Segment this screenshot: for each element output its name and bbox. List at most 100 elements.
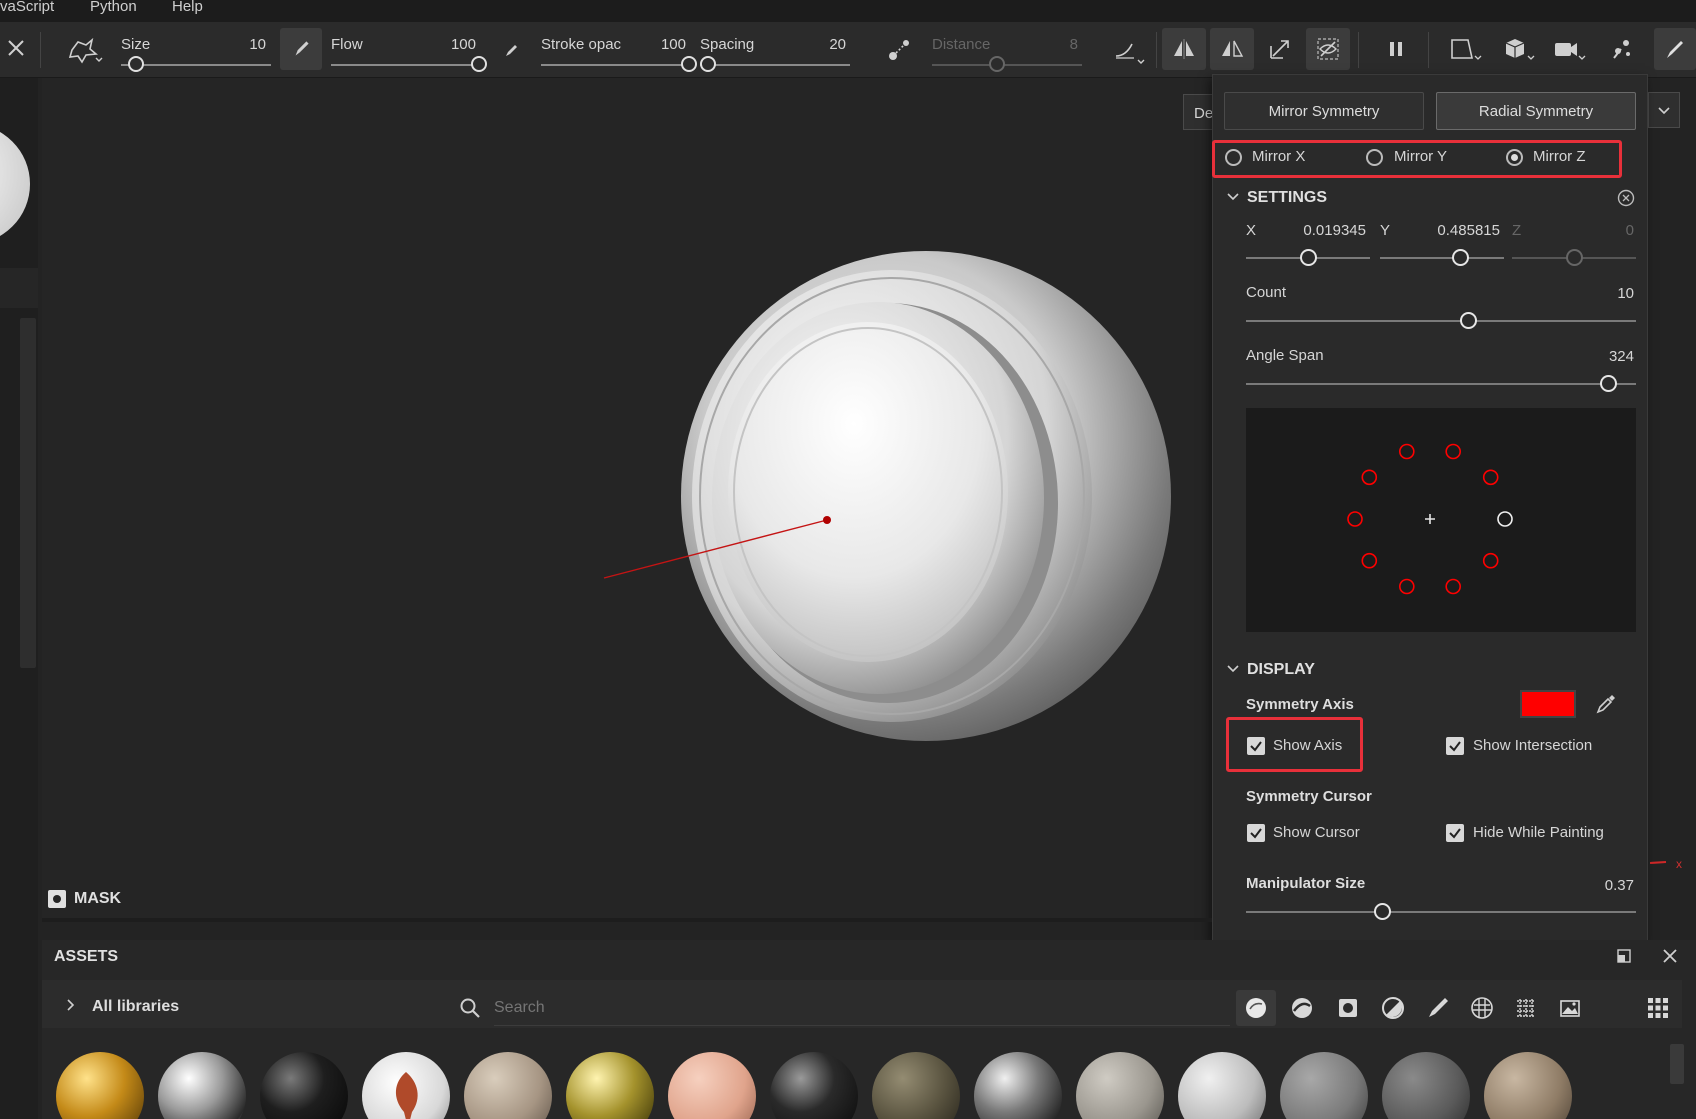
show-intersection-label[interactable]: Show Intersection	[1473, 737, 1592, 754]
show-intersection-checkbox[interactable]	[1446, 737, 1464, 755]
size-pressure-button[interactable]	[280, 28, 322, 70]
camera-icon[interactable]	[1544, 28, 1594, 70]
settings-collapse-icon[interactable]	[1226, 190, 1240, 204]
paint-mode-2d-icon[interactable]	[1440, 28, 1490, 70]
radial-symmetry-tab[interactable]: Radial Symmetry	[1436, 92, 1636, 130]
all-libraries-label[interactable]: All libraries	[92, 998, 179, 1016]
angle-span-slider[interactable]	[1246, 383, 1636, 385]
spacing-label: Spacing	[700, 36, 755, 53]
mirror-y-label[interactable]: Mirror Y	[1394, 148, 1447, 165]
pause-icon[interactable]	[1374, 28, 1418, 70]
chevron-down-icon[interactable]	[1648, 92, 1680, 128]
transform-icon[interactable]	[1258, 28, 1302, 70]
symmetry-instance-marker	[1445, 578, 1461, 595]
stroke-opacity-label: Stroke opac	[541, 36, 622, 53]
brush-alpha-icon[interactable]	[66, 34, 106, 66]
mirror-z-label[interactable]: Mirror Z	[1533, 148, 1586, 165]
count-slider[interactable]	[1246, 320, 1636, 322]
y-value[interactable]: 0.485815	[1430, 222, 1500, 239]
menu-bar: vaScript Python Help	[0, 0, 1696, 22]
eyedropper-icon[interactable]	[1594, 692, 1618, 716]
smart-material-filter-icon[interactable]	[1282, 990, 1322, 1026]
texture-filter-icon[interactable]	[1462, 990, 1502, 1026]
hide-symmetry-icon[interactable]	[1306, 28, 1350, 70]
mirror-symmetry-icon[interactable]	[1162, 28, 1206, 70]
mirror-x-label[interactable]: Mirror X	[1252, 148, 1305, 165]
close-assets-icon[interactable]	[1660, 946, 1680, 966]
smart-mask-filter-icon[interactable]	[1328, 990, 1368, 1026]
display-heading[interactable]: DISPLAY	[1247, 661, 1315, 679]
mirror-y-radio[interactable]	[1366, 149, 1383, 166]
symmetry-instance-marker	[1482, 552, 1499, 569]
display-collapse-icon[interactable]	[1226, 662, 1240, 676]
manipulator-size-slider[interactable]	[1246, 911, 1636, 913]
hide-while-painting-checkbox[interactable]	[1446, 824, 1464, 842]
mirror-z-radio[interactable]	[1506, 149, 1523, 166]
flow-slider[interactable]	[331, 64, 479, 66]
size-value[interactable]: 10	[230, 36, 266, 53]
material-filter-icon[interactable]	[1236, 990, 1276, 1026]
size-slider-handle[interactable]	[128, 56, 144, 72]
3d-viewport[interactable]: MASK	[42, 78, 1212, 918]
distance-value: 8	[1069, 36, 1078, 53]
count-value[interactable]: 10	[1580, 285, 1634, 302]
lazy-mouse-icon[interactable]	[886, 36, 912, 64]
x-value[interactable]: 0.019345	[1296, 222, 1366, 239]
mask-label[interactable]: MASK	[74, 890, 121, 908]
asset-thumbnail-leaf-decal[interactable]	[362, 1052, 450, 1119]
size-label: Size	[121, 36, 151, 53]
show-axis-checkbox[interactable]	[1247, 737, 1265, 755]
search-input[interactable]	[494, 990, 1230, 1026]
radial-symmetry-icon[interactable]	[1210, 28, 1254, 70]
count-slider-handle[interactable]	[1459, 312, 1477, 329]
stroke-curve-icon[interactable]	[1112, 36, 1148, 66]
filter-effect-icon[interactable]	[1373, 990, 1413, 1026]
spacing-slider[interactable]	[700, 64, 850, 66]
environment-filter-icon[interactable]	[1550, 990, 1590, 1026]
z-label: Z	[1512, 222, 1522, 239]
stroke-opacity-value[interactable]: 100	[648, 36, 686, 53]
spacing-slider-handle[interactable]	[699, 56, 716, 72]
pattern-filter-icon[interactable]	[1506, 990, 1546, 1026]
undock-icon[interactable]	[1614, 946, 1634, 966]
mesh-display-icon[interactable]	[1494, 28, 1544, 70]
settings-heading[interactable]: SETTINGS	[1247, 189, 1327, 207]
menu-javascript[interactable]: vaScript	[0, 0, 54, 14]
left-scrollbar[interactable]	[20, 318, 36, 668]
hide-while-painting-label[interactable]: Hide While Painting	[1473, 824, 1604, 841]
symmetry-instance-marker	[1399, 443, 1415, 460]
x-slider-handle[interactable]	[1299, 249, 1317, 266]
grid-view-icon[interactable]	[1638, 990, 1678, 1026]
manipulator-size-value[interactable]: 0.37	[1580, 877, 1634, 894]
symmetry-instance-marker	[1399, 578, 1415, 595]
chevron-right-icon[interactable]	[64, 998, 78, 1012]
menu-help[interactable]: Help	[172, 0, 203, 14]
y-slider-handle[interactable]	[1452, 249, 1470, 266]
flow-slider-handle[interactable]	[471, 56, 487, 72]
radial-symmetry-preview[interactable]	[1246, 408, 1636, 632]
stroke-opacity-slider-handle[interactable]	[681, 56, 697, 72]
show-axis-label[interactable]: Show Axis	[1273, 737, 1342, 754]
scatter-brush-icon[interactable]	[1600, 28, 1644, 70]
assets-title: ASSETS	[54, 948, 119, 965]
y-slider[interactable]	[1380, 257, 1504, 259]
mask-icon[interactable]	[48, 890, 66, 908]
spacing-value[interactable]: 20	[800, 36, 846, 53]
angle-span-value[interactable]: 324	[1580, 348, 1634, 365]
paint-brush-icon[interactable]	[1654, 28, 1696, 70]
assets-scrollbar[interactable]	[1670, 1044, 1684, 1084]
reset-settings-icon[interactable]	[1616, 188, 1636, 208]
show-cursor-checkbox[interactable]	[1247, 824, 1265, 842]
close-icon[interactable]	[4, 36, 28, 60]
brush-filter-icon[interactable]	[1418, 990, 1458, 1026]
manipulator-size-slider-handle[interactable]	[1374, 903, 1391, 920]
search-icon	[458, 996, 482, 1020]
stroke-opacity-slider[interactable]	[541, 64, 689, 66]
show-cursor-label[interactable]: Show Cursor	[1273, 824, 1360, 841]
menu-python[interactable]: Python	[90, 0, 137, 14]
flow-pressure-icon[interactable]	[500, 38, 524, 62]
mirror-symmetry-tab[interactable]: Mirror Symmetry	[1224, 92, 1424, 130]
mirror-x-radio[interactable]	[1225, 149, 1242, 166]
symmetry-axis-color-swatch[interactable]	[1520, 690, 1576, 718]
flow-value[interactable]: 100	[430, 36, 476, 53]
